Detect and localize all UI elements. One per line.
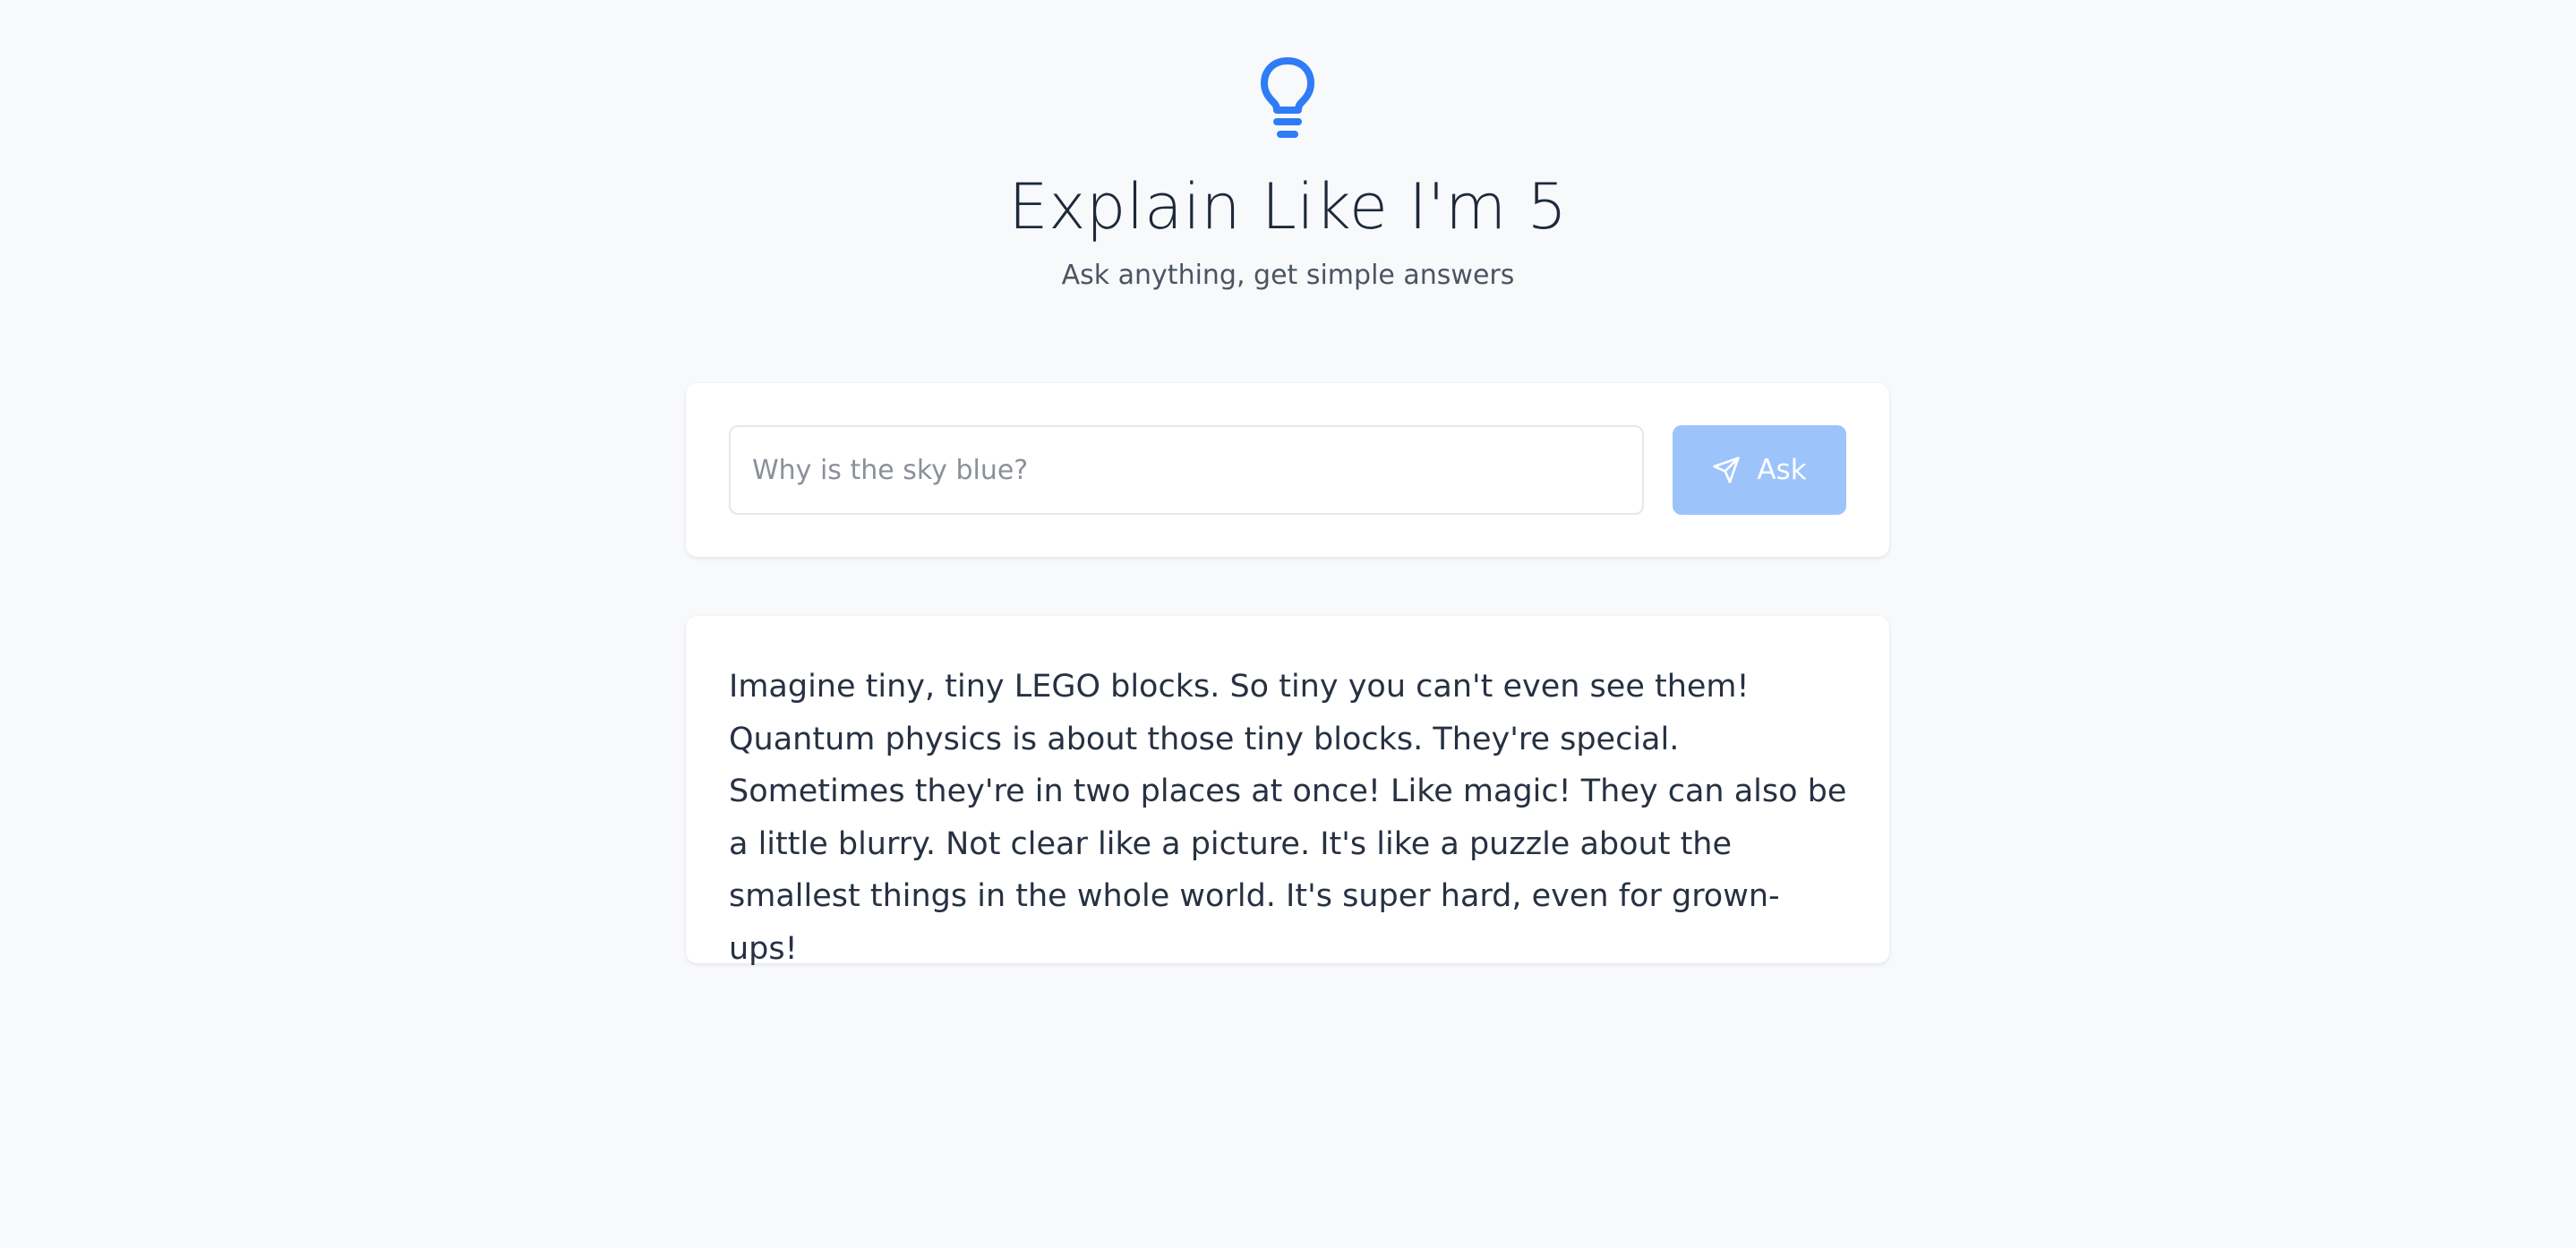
question-card: Ask (686, 383, 1889, 557)
ask-button[interactable]: Ask (1673, 425, 1846, 515)
lightbulb-icon (1261, 57, 1314, 138)
answer-text: Imagine tiny, tiny LEGO blocks. So tiny … (729, 669, 1847, 967)
answer-card: Imagine tiny, tiny LEGO blocks. So tiny … (686, 616, 1889, 967)
ask-button-label: Ask (1757, 454, 1807, 486)
page-title: Explain Like I'm 5 (1008, 170, 1568, 244)
send-icon (1713, 457, 1741, 483)
page-subtitle: Ask anything, get simple answers (1061, 260, 1515, 291)
question-input[interactable] (729, 425, 1644, 515)
